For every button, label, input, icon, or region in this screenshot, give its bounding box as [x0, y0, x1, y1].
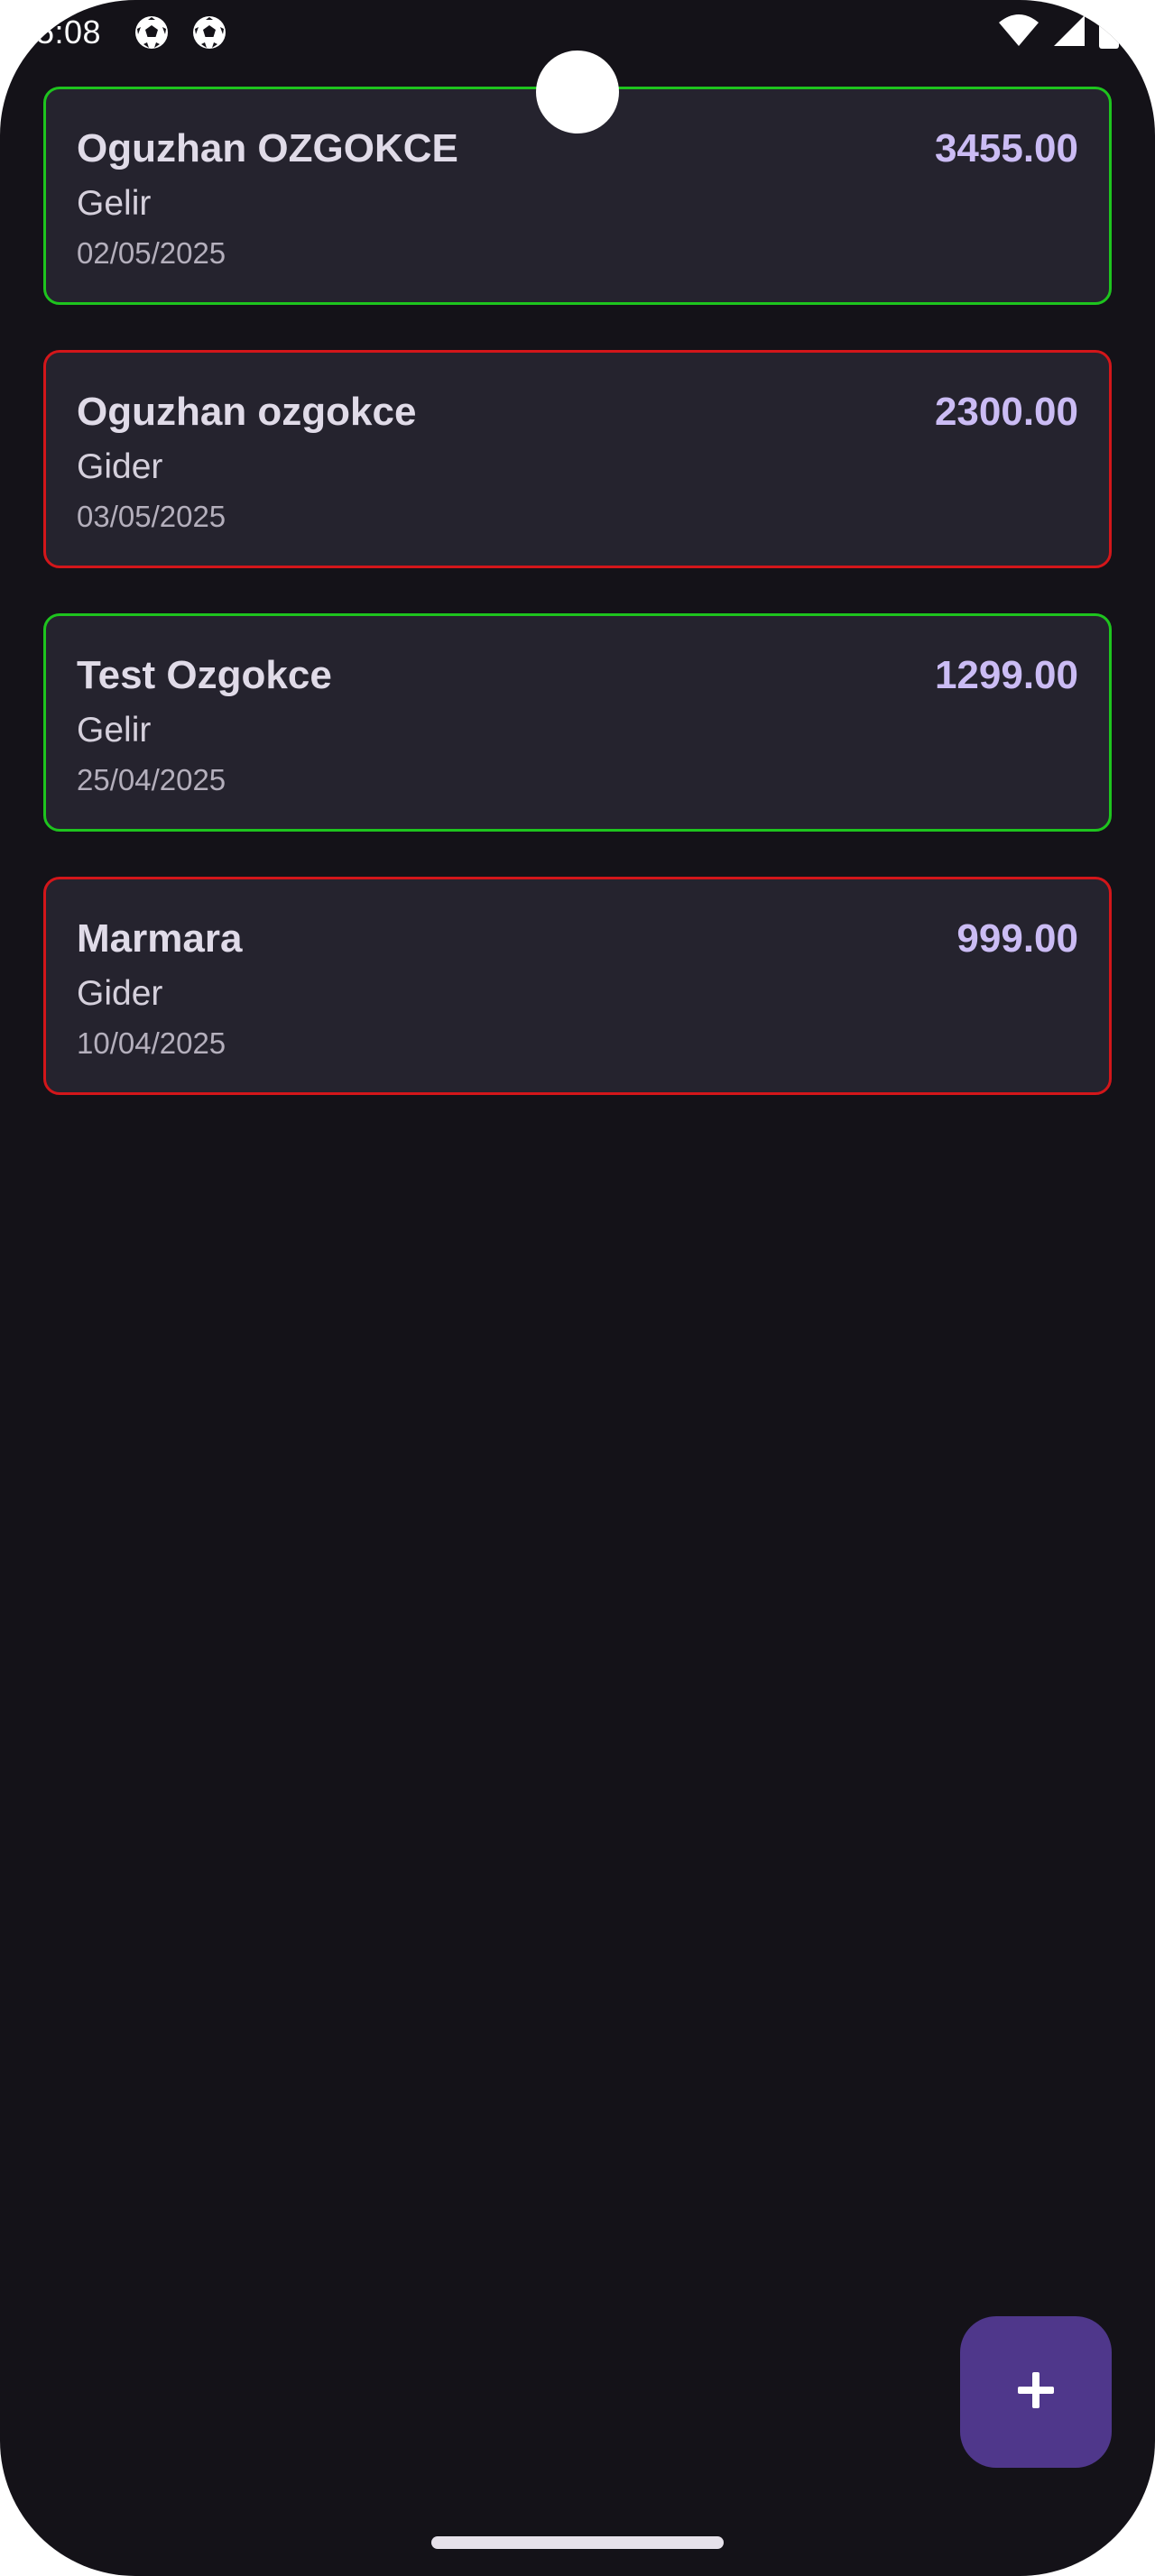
transaction-amount: 2300.00: [934, 390, 1078, 434]
plus-icon: [1016, 2370, 1056, 2415]
home-indicator[interactable]: [431, 2536, 724, 2549]
phone-screen: 5:08 Oguzhan OZGOKCE 3455.00 Gelir 02/05…: [0, 0, 1155, 2576]
system-icons: [998, 12, 1119, 53]
transaction-date: 03/05/2025: [77, 500, 226, 533]
transaction-type: Gider: [77, 974, 163, 1013]
transaction-amount: 1299.00: [934, 653, 1078, 697]
transaction-type: Gelir: [77, 711, 152, 750]
transaction-card[interactable]: Test Ozgokce 1299.00 Gelir 25/04/2025: [43, 613, 1112, 832]
transaction-date: 02/05/2025: [77, 236, 226, 270]
transaction-amount: 999.00: [956, 916, 1078, 961]
transaction-type: Gider: [77, 447, 163, 486]
soccer-ball-icon: [134, 14, 170, 51]
soccer-ball-icon: [191, 14, 227, 51]
camera-cutout: [536, 51, 619, 133]
battery-icon: [1099, 12, 1119, 53]
transaction-card[interactable]: Oguzhan ozgokce 2300.00 Gider 03/05/2025: [43, 350, 1112, 568]
add-transaction-button[interactable]: [960, 2316, 1112, 2468]
transaction-type: Gelir: [77, 184, 152, 223]
transaction-date: 10/04/2025: [77, 1026, 226, 1060]
transaction-card[interactable]: Marmara 999.00 Gider 10/04/2025: [43, 877, 1112, 1095]
wifi-icon: [998, 14, 1040, 52]
transaction-date: 25/04/2025: [77, 763, 226, 796]
transaction-name: Test Ozgokce: [77, 653, 332, 697]
transaction-name: Oguzhan ozgokce: [77, 390, 417, 434]
transaction-name: Oguzhan OZGOKCE: [77, 126, 458, 170]
transaction-amount: 3455.00: [934, 126, 1078, 170]
transaction-list: Oguzhan OZGOKCE 3455.00 Gelir 02/05/2025…: [43, 87, 1112, 1140]
transaction-name: Marmara: [77, 916, 243, 961]
status-time: 5:08: [36, 14, 102, 51]
cellular-signal-icon: [1052, 14, 1086, 52]
